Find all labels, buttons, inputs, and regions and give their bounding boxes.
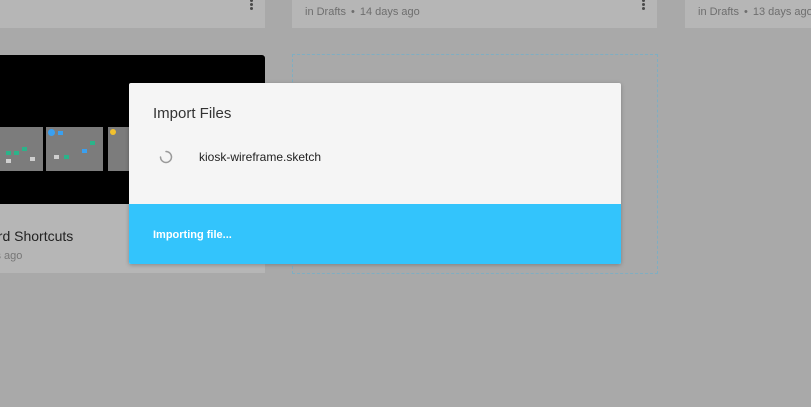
dialog-status-bar: Importing file...	[129, 204, 621, 264]
card-age: 14 days ago	[359, 6, 420, 18]
project-title: ard Shortcuts	[0, 228, 74, 244]
card-meta: in Drafts • 13 days ago	[698, 6, 811, 18]
loading-spinner-icon	[159, 150, 173, 164]
separator-dot: •	[350, 6, 355, 18]
more-options-icon[interactable]	[249, 0, 253, 11]
artboard-preview	[46, 127, 103, 171]
card-age: 13 days ago	[752, 6, 811, 18]
card-meta: in Drafts • 14 days ago	[305, 6, 420, 18]
card-location: in Drafts	[305, 6, 346, 18]
card-location: in Drafts	[698, 6, 739, 18]
separator-dot: •	[743, 6, 748, 18]
more-options-icon[interactable]	[641, 0, 645, 11]
project-card[interactable]: in Drafts • 14 days ago	[292, 0, 657, 28]
artboard-preview	[0, 127, 43, 171]
import-status: Importing file...	[153, 229, 232, 241]
file-name: kiosk-wireframe.sketch	[199, 150, 322, 164]
project-card[interactable]	[0, 0, 265, 28]
project-card[interactable]: in Drafts • 13 days ago	[685, 0, 811, 28]
import-dialog: Import Files kiosk-wireframe.sketch Impo…	[129, 83, 621, 264]
project-subtitle: ys ago	[0, 250, 23, 262]
dialog-title: Import Files	[153, 105, 232, 122]
